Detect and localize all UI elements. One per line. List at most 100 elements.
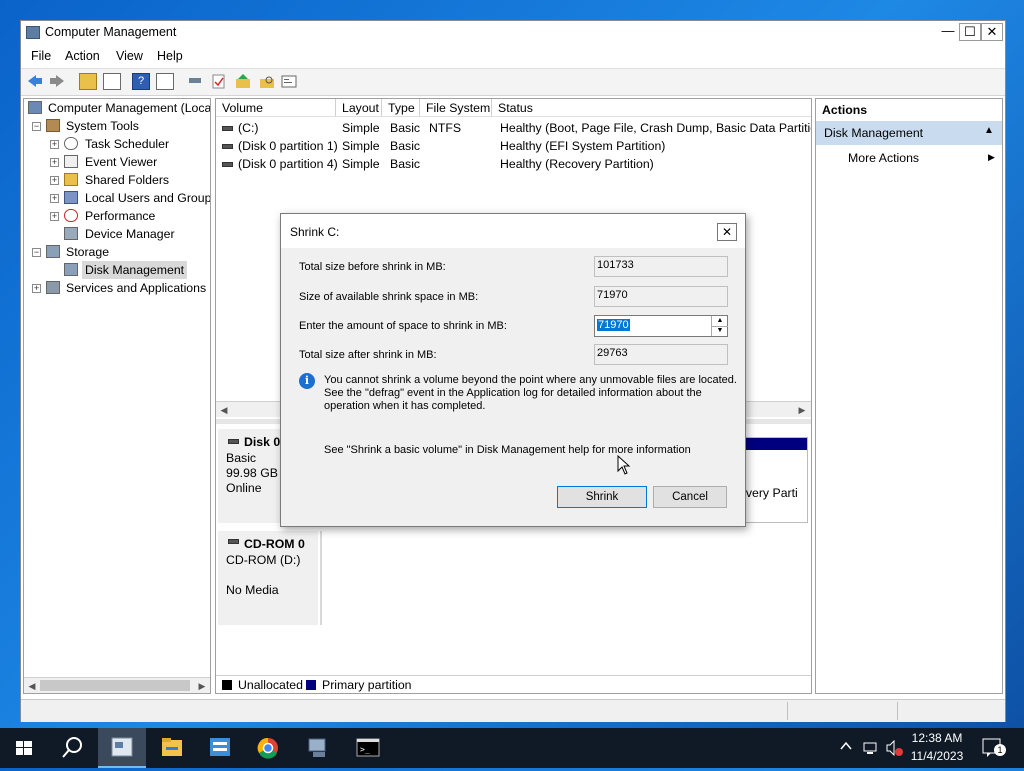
volume-status: Healthy (Boot, Page File, Crash Dump, Ba… xyxy=(500,121,812,135)
volume-layout: Simple xyxy=(342,157,380,171)
volume-muted-icon[interactable] xyxy=(886,739,904,759)
minimize-button[interactable]: — xyxy=(937,23,959,41)
legend-unallocated: Unallocated xyxy=(238,678,303,692)
up-folder-icon[interactable] xyxy=(79,73,97,90)
cdrom-media: No Media xyxy=(226,583,279,597)
tree-item-storage[interactable]: Storage xyxy=(66,243,109,261)
tree-item-shared-folders[interactable]: Shared Folders xyxy=(85,171,169,189)
cancel-button[interactable]: Cancel xyxy=(653,486,727,508)
menu-view[interactable]: View xyxy=(116,49,143,63)
folder-up-icon[interactable] xyxy=(234,73,252,90)
column-header-type[interactable]: Type xyxy=(382,99,420,117)
expand-toggle[interactable]: + xyxy=(50,176,59,185)
taskbar-computer-management[interactable] xyxy=(98,728,146,768)
help-text: See "Shrink a basic volume" in Disk Mana… xyxy=(324,444,691,456)
shrink-button[interactable]: Shrink xyxy=(557,486,647,508)
tree-horizontal-scrollbar[interactable]: ◀ ▶ xyxy=(24,677,210,693)
column-header-volume[interactable]: Volume xyxy=(216,99,336,117)
tree-item-performance[interactable]: Performance xyxy=(85,207,155,225)
disk-size: 99.98 GB xyxy=(226,466,278,480)
device-manager-icon xyxy=(64,227,78,240)
check-icon[interactable] xyxy=(210,73,228,90)
users-icon xyxy=(64,191,78,204)
event-viewer-icon xyxy=(64,155,78,168)
shrink-amount-input[interactable]: 71970 xyxy=(597,319,630,331)
tree-item-system-tools[interactable]: System Tools xyxy=(66,117,139,135)
tree-item-device-manager[interactable]: Device Manager xyxy=(85,225,175,243)
spin-down-icon[interactable]: ▼ xyxy=(711,326,728,336)
menu-bar: File Action View Help xyxy=(21,45,1005,67)
collapse-toggle[interactable]: − xyxy=(32,122,41,131)
tree-item-local-users-and-groups[interactable]: Local Users and Groups xyxy=(85,189,210,207)
divider xyxy=(897,702,898,720)
tree-item-event-viewer[interactable]: Event Viewer xyxy=(85,153,157,171)
scroll-left-icon[interactable]: ◀ xyxy=(218,404,230,416)
back-arrow-icon[interactable] xyxy=(26,73,44,90)
scroll-right-icon[interactable]: ▶ xyxy=(796,404,808,416)
expand-toggle[interactable]: + xyxy=(50,158,59,167)
disk-icon xyxy=(228,439,239,444)
chevron-up-icon[interactable] xyxy=(840,740,852,755)
computer-management-icon xyxy=(26,26,40,39)
column-header-status[interactable]: Status xyxy=(492,99,811,117)
disk-name: Disk 0 xyxy=(244,435,281,449)
notification-count: 1 xyxy=(994,744,1006,756)
recovery-partition-block[interactable]: overy Parti xyxy=(736,437,808,523)
tree-item-task-scheduler[interactable]: Task Scheduler xyxy=(85,135,169,153)
column-header-layout[interactable]: Layout xyxy=(336,99,382,117)
menu-file[interactable]: File xyxy=(31,49,51,63)
menu-action[interactable]: Action xyxy=(65,49,100,63)
clock-time[interactable]: 12:38 AM xyxy=(906,731,968,745)
clock-date[interactable]: 11/4/2023 xyxy=(906,749,968,763)
partition-label: overy Parti xyxy=(739,486,798,500)
expand-toggle[interactable]: + xyxy=(50,194,59,203)
volume-name: (Disk 0 partition 4) xyxy=(238,157,338,171)
menu-help[interactable]: Help xyxy=(157,49,183,63)
chrome-icon[interactable] xyxy=(244,728,292,768)
server-manager-icon[interactable] xyxy=(196,728,244,768)
console-icon[interactable] xyxy=(280,73,298,90)
expand-toggle[interactable]: + xyxy=(50,140,59,149)
more-actions-link[interactable]: More Actions xyxy=(848,151,919,165)
disk-state: Online xyxy=(226,481,262,495)
actions-section-disk-management[interactable]: Disk Management ▲ xyxy=(816,121,1002,145)
scroll-thumb[interactable] xyxy=(40,680,190,691)
notification-icon[interactable]: 1 xyxy=(982,738,1006,758)
cdrom-info[interactable]: CD-ROM 0 CD-ROM (D:) No Media xyxy=(218,531,318,625)
tree-item-computer-management[interactable]: Computer Management (Local xyxy=(48,99,210,117)
shrink-amount-stepper[interactable]: 71970 ▲ ▼ xyxy=(594,315,728,337)
collapse-toggle[interactable]: − xyxy=(32,248,41,257)
file-explorer-icon[interactable] xyxy=(148,728,196,768)
connect-icon[interactable] xyxy=(186,73,204,90)
scroll-right-icon[interactable]: ▶ xyxy=(196,680,208,692)
primary-partition-bar xyxy=(737,438,807,450)
show-hide-tree-icon[interactable] xyxy=(103,73,121,90)
properties-icon[interactable] xyxy=(156,73,174,90)
total-before-label: Total size before shrink in MB: xyxy=(299,261,446,273)
maximize-button[interactable]: ☐ xyxy=(959,23,981,41)
title-bar[interactable]: Computer Management — ☐ ✕ xyxy=(21,21,1005,45)
expand-toggle[interactable]: + xyxy=(50,212,59,221)
search-folder-icon[interactable] xyxy=(258,73,276,90)
close-button[interactable]: ✕ xyxy=(981,23,1003,41)
storage-icon xyxy=(46,245,60,258)
search-icon[interactable] xyxy=(48,728,96,768)
status-bar xyxy=(21,699,1005,722)
total-after-label: Total size after shrink in MB: xyxy=(299,349,437,361)
volume-type: Basic xyxy=(390,121,421,135)
dialog-title-bar[interactable]: Shrink C: ✕ xyxy=(281,214,745,248)
tree-item-disk-management[interactable]: Disk Management xyxy=(82,261,188,279)
collapse-up-icon[interactable]: ▲ xyxy=(984,125,994,136)
actions-section-label: Disk Management xyxy=(824,126,924,140)
column-header-file-system[interactable]: File System xyxy=(420,99,492,117)
help-icon[interactable]: ? xyxy=(132,73,150,90)
dialog-close-button[interactable]: ✕ xyxy=(717,223,737,241)
expand-toggle[interactable]: + xyxy=(32,284,41,293)
scroll-left-icon[interactable]: ◀ xyxy=(26,680,38,692)
command-prompt-icon[interactable]: >_ xyxy=(344,728,392,768)
network-tray-icon[interactable] xyxy=(863,740,879,759)
network-icon[interactable] xyxy=(294,728,342,768)
start-button[interactable] xyxy=(0,728,48,768)
forward-arrow-icon[interactable] xyxy=(48,73,66,90)
tree-item-services-and-applications[interactable]: Services and Applications xyxy=(66,279,206,297)
